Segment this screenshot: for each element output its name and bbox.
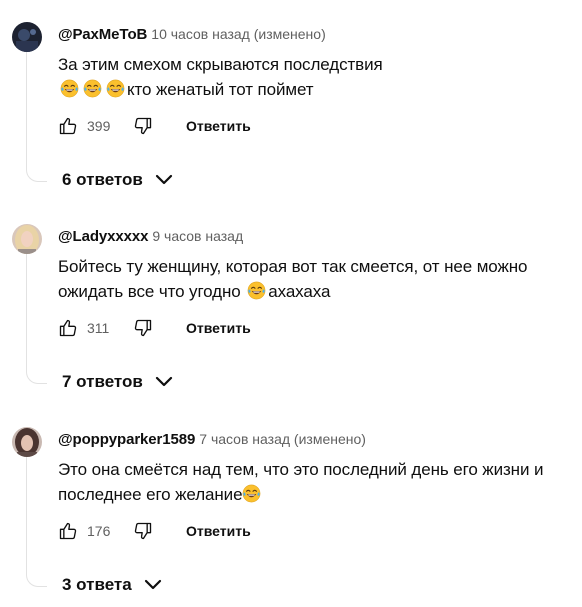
dislike-icon[interactable] (133, 521, 153, 541)
comment-actions: 399 Ответить (58, 112, 251, 140)
reply-button[interactable]: Ответить (186, 523, 251, 539)
comment-time[interactable]: 10 часов назад (изменено) (151, 26, 325, 42)
author-name[interactable]: @poppyparker1589 (58, 431, 195, 448)
comment-header: @poppyparker1589 7 часов назад (изменено) (58, 429, 366, 450)
avatar-blonde-icon[interactable] (12, 224, 42, 254)
chevron-down-icon (144, 579, 161, 590)
author-name[interactable]: @Ladyxxxxx (58, 228, 148, 245)
chevron-down-icon (155, 174, 172, 185)
comment-text-before: Это она смеётся над тем, что это последн… (58, 460, 544, 504)
like-count: 399 (87, 118, 111, 134)
thread-line (26, 451, 47, 587)
comment-text: Это она смеётся над тем, что это последн… (58, 457, 568, 507)
like-icon[interactable] (58, 116, 78, 136)
dislike-icon[interactable] (133, 318, 153, 338)
chevron-down-icon (155, 376, 172, 387)
comment-text: Бойтесь ту женщину, которая вот так смее… (58, 254, 568, 304)
comment-header: @РахМеТоВ 10 часов назад (изменено) (58, 24, 326, 45)
show-replies-button[interactable]: 3 ответа (62, 575, 162, 595)
comment-actions: 176 Ответить (58, 517, 251, 545)
tears-of-joy-emoji-icon (242, 484, 261, 503)
comment-time[interactable]: 7 часов назад (изменено) (199, 431, 366, 447)
show-replies-button[interactable]: 6 ответов (62, 170, 173, 190)
like-count: 176 (87, 523, 111, 539)
comment-header: @Ladyxxxxx 9 часов назад (58, 226, 243, 247)
comment-item: @poppyparker1589 7 часов назад (изменено)… (0, 405, 582, 607)
thread-line (26, 46, 47, 182)
like-icon[interactable] (58, 521, 78, 541)
tears-of-joy-emoji-icon (83, 79, 102, 98)
reply-button[interactable]: Ответить (186, 118, 251, 134)
comment-text-after: кто женатый тот поймет (127, 80, 314, 99)
like-icon[interactable] (58, 318, 78, 338)
comment-text-after: ахахаха (268, 282, 331, 301)
replies-count-label: 7 ответов (62, 372, 143, 391)
tears-of-joy-emoji-icon (106, 79, 125, 98)
comment-item: @РахМеТоВ 10 часов назад (изменено) За эт… (0, 0, 582, 202)
thread-line (26, 248, 47, 384)
tears-of-joy-emoji-icon (247, 281, 266, 300)
avatar-dark-icon[interactable] (12, 22, 42, 52)
replies-count-label: 3 ответа (62, 575, 132, 594)
dislike-icon[interactable] (133, 116, 153, 136)
comment-item: @Ladyxxxxx 9 часов назад Бойтесь ту женщи… (0, 202, 582, 404)
comment-text: За этим смехом скрываются последствия кт… (58, 52, 568, 102)
comment-text-before: За этим смехом скрываются последствия (58, 55, 383, 74)
comment-actions: 311 Ответить (58, 314, 251, 342)
comment-time[interactable]: 9 часов назад (152, 228, 243, 244)
avatar-brunette-icon[interactable] (12, 427, 42, 457)
author-name[interactable]: @РахМеТоВ (58, 26, 147, 43)
like-count: 311 (87, 320, 110, 336)
reply-button[interactable]: Ответить (186, 320, 251, 336)
replies-count-label: 6 ответов (62, 170, 143, 189)
tears-of-joy-emoji-icon (60, 79, 79, 98)
show-replies-button[interactable]: 7 ответов (62, 372, 173, 392)
